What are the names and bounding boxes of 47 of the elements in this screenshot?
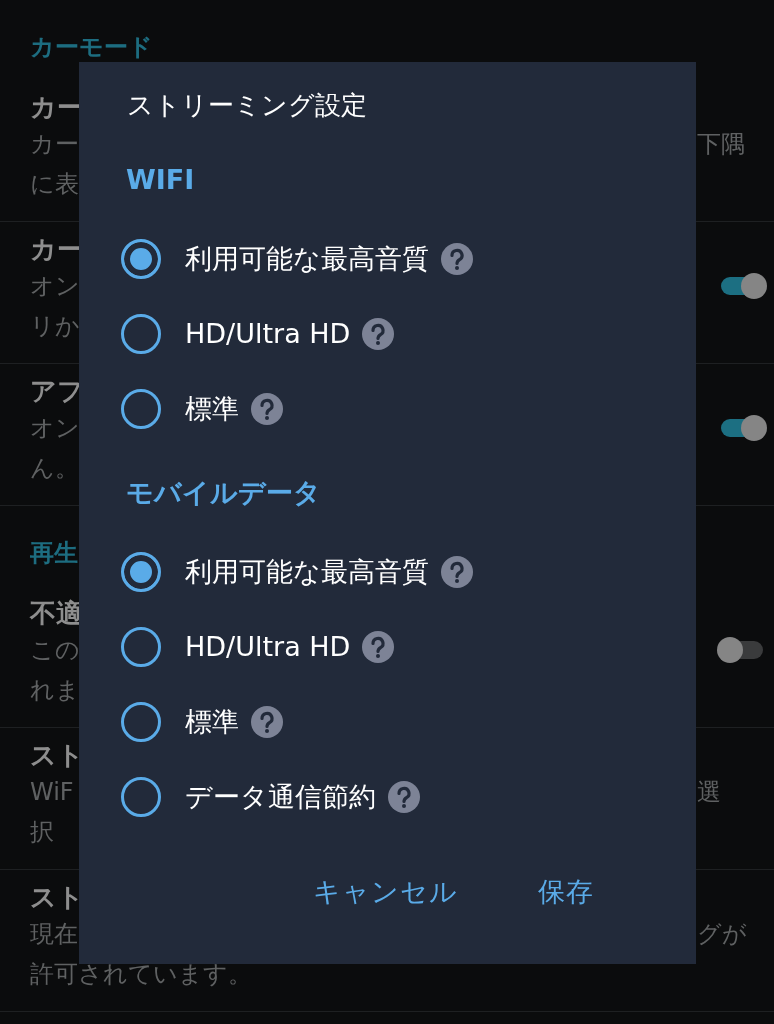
setting-description: 許可されています。: [30, 959, 252, 990]
setting-description: れま: [30, 675, 80, 706]
help-icon[interactable]: [362, 317, 395, 350]
setting-description: リか: [30, 311, 80, 342]
option-label[interactable]: 利用可能な最高音質: [185, 240, 429, 277]
radio-button[interactable]: [121, 238, 161, 279]
option-label[interactable]: HD/Ultra HD: [185, 318, 351, 349]
section-header: 再生: [30, 540, 78, 566]
help-icon[interactable]: [251, 705, 283, 738]
option-label[interactable]: 標準: [185, 703, 239, 740]
setting-title: 不適: [30, 597, 82, 630]
setting-description: 下隅: [697, 129, 745, 160]
radio-button[interactable]: [121, 551, 161, 592]
setting-title: スト: [30, 739, 84, 772]
setting-description: この: [30, 635, 80, 666]
setting-title: スト: [30, 881, 84, 914]
option-label[interactable]: データ通信節約: [185, 778, 376, 815]
help-icon[interactable]: [388, 780, 420, 813]
group-header: モバイルデータ: [126, 476, 321, 510]
option-label[interactable]: 利用可能な最高音質: [185, 553, 429, 590]
radio-button[interactable]: [121, 388, 161, 429]
setting-description: に表: [30, 169, 79, 200]
setting-description: オン: [30, 413, 80, 444]
radio-button[interactable]: [121, 776, 161, 817]
radio-button[interactable]: [121, 626, 161, 667]
setting-description: カー: [30, 129, 79, 160]
group-header: WIFI: [126, 163, 195, 197]
section-header: カーモード: [30, 34, 153, 60]
setting-description: WiF: [30, 777, 74, 808]
dialog-title: ストリーミング設定: [127, 89, 367, 122]
help-icon[interactable]: [441, 555, 473, 588]
setting-description: オン: [30, 271, 80, 302]
setting-description: 現在: [30, 919, 78, 950]
help-icon[interactable]: [251, 392, 283, 425]
radio-button[interactable]: [121, 701, 161, 742]
radio-button[interactable]: [121, 313, 161, 354]
setting-description: グが: [697, 919, 747, 950]
setting-description: 択: [30, 817, 54, 848]
setting-title: アフ: [30, 375, 84, 408]
dialog-button[interactable]: 保存: [526, 864, 606, 920]
dialog-button[interactable]: キャンセル: [301, 864, 470, 920]
option-label[interactable]: HD/Ultra HD: [185, 631, 351, 662]
setting-description: 選: [697, 777, 721, 808]
help-icon[interactable]: [441, 242, 473, 275]
help-icon[interactable]: [362, 630, 395, 663]
setting-description: ん。: [30, 453, 79, 484]
option-label[interactable]: 標準: [185, 390, 239, 427]
